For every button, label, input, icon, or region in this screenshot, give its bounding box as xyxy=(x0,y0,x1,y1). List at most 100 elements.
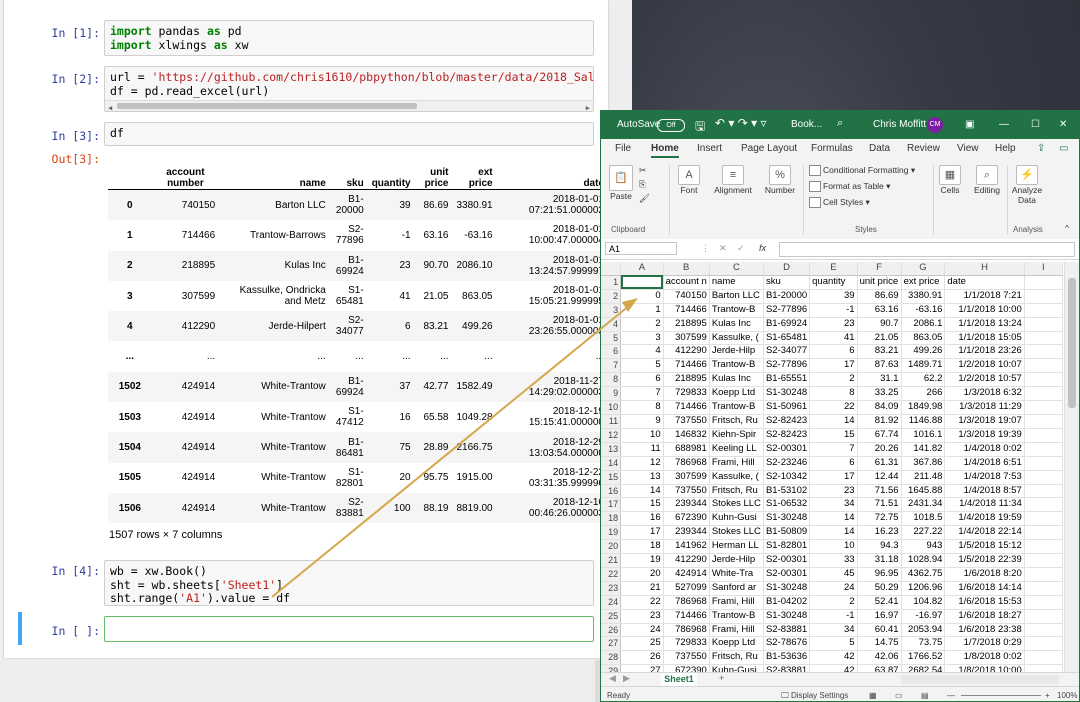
worksheet-cell[interactable]: 12.44 xyxy=(857,470,902,485)
worksheet-cell[interactable]: 27 xyxy=(620,664,664,672)
worksheet-cell[interactable]: 1018.5 xyxy=(901,511,946,527)
worksheet-cell[interactable]: S2-82423 xyxy=(763,414,811,429)
worksheet-cell[interactable] xyxy=(1024,595,1063,610)
worksheet-cell[interactable]: Stokes LLC xyxy=(709,525,764,541)
worksheet-cell[interactable]: 86.69 xyxy=(857,289,902,304)
worksheet-cell[interactable]: -1 xyxy=(809,609,858,624)
row-header[interactable]: 19 xyxy=(601,525,622,541)
worksheet-cell[interactable]: 61.31 xyxy=(857,456,902,471)
row-header[interactable]: 7 xyxy=(601,358,622,374)
column-header[interactable]: E xyxy=(809,262,858,276)
worksheet-cell[interactable]: 22 xyxy=(809,400,858,415)
worksheet-cell[interactable]: S1-30248 xyxy=(763,581,811,596)
worksheet-cell[interactable]: 62.2 xyxy=(901,372,946,388)
worksheet-cell[interactable]: B1-65551 xyxy=(763,372,811,388)
column-header[interactable]: A xyxy=(620,262,664,276)
worksheet-cell[interactable]: 17 xyxy=(620,525,664,541)
worksheet-cell[interactable]: 72.75 xyxy=(857,511,902,527)
worksheet-row[interactable]: 11 9 737550 Fritsch, Ru S2-82423 14 81.92 1146.… xyxy=(601,414,1063,429)
worksheet-cell[interactable]: 786968 xyxy=(663,623,710,638)
horizontal-scrollbar[interactable] xyxy=(901,675,1059,684)
worksheet-cell[interactable]: 33.25 xyxy=(857,386,902,402)
column-header[interactable]: B xyxy=(663,262,710,276)
worksheet-cell[interactable] xyxy=(1024,289,1063,304)
worksheet-row[interactable]: 14 12 786968 Frami, Hill S2-23246 6 61.31 367.8… xyxy=(601,456,1063,471)
minimize-icon[interactable]: — xyxy=(999,119,1009,130)
worksheet-cell[interactable]: date xyxy=(944,275,1025,290)
worksheet-cell[interactable]: 1/1/2018 10:00 xyxy=(944,303,1025,318)
code-input[interactable]: wb = xw.Book() sht = wb.sheets['Sheet1']… xyxy=(104,560,594,606)
worksheet-cell[interactable]: 266 xyxy=(901,386,946,402)
worksheet-body[interactable]: A B C D E F G H I 1 account n name sku quantity unit p… xyxy=(601,262,1063,672)
worksheet-cell[interactable]: Kulas Inc xyxy=(709,372,764,388)
worksheet-cell[interactable]: 1/5/2018 22:39 xyxy=(944,553,1025,568)
cells-button[interactable]: ▦ Cells xyxy=(937,165,963,195)
horizontal-scrollbar[interactable]: ◀ ▶ xyxy=(105,100,593,111)
worksheet-cell[interactable]: B1-20000 xyxy=(763,289,811,304)
worksheet-cell[interactable]: Barton LLC xyxy=(709,289,764,304)
worksheet-cell[interactable] xyxy=(1024,623,1063,638)
worksheet-cell[interactable]: 1/6/2018 8:20 xyxy=(944,567,1025,582)
conditional-formatting-button[interactable]: Conditional Formatting ▾ xyxy=(809,165,915,177)
column-header[interactable]: D xyxy=(763,262,811,276)
worksheet-cell[interactable] xyxy=(1024,636,1063,652)
row-header[interactable]: 17 xyxy=(601,497,622,513)
worksheet-cell[interactable]: 3380.91 xyxy=(901,289,946,304)
sheet-nav-left-icon[interactable]: ◀ xyxy=(609,673,616,684)
worksheet-cell[interactable]: Trantow-B xyxy=(709,303,764,318)
worksheet-cell[interactable]: 1/4/2018 19:59 xyxy=(944,511,1025,527)
worksheet-cell[interactable] xyxy=(1024,567,1063,582)
worksheet-cell[interactable]: S1-30248 xyxy=(763,386,811,402)
worksheet-cell[interactable]: 45 xyxy=(809,567,858,582)
worksheet-cell[interactable]: Trantow-B xyxy=(709,609,764,624)
row-header[interactable]: 9 xyxy=(601,386,622,402)
vertical-scrollbar[interactable] xyxy=(1064,262,1079,672)
worksheet-cell[interactable]: 14 xyxy=(809,414,858,429)
row-header[interactable]: 2 xyxy=(601,289,622,304)
analyze-data-button[interactable]: ⚡ Analyze Data xyxy=(1011,165,1043,205)
worksheet-cell[interactable]: 146832 xyxy=(663,428,710,443)
worksheet-cell[interactable]: Kiehn-Spir xyxy=(709,428,764,443)
worksheet-cell[interactable]: Kassulke, ( xyxy=(709,331,764,346)
worksheet-cell[interactable]: 17 xyxy=(809,358,858,374)
worksheet-cell[interactable]: S2-23246 xyxy=(763,456,811,471)
worksheet-cell[interactable] xyxy=(620,275,664,290)
worksheet-cell[interactable]: S1-82801 xyxy=(763,539,811,555)
worksheet-cell[interactable]: B1-69924 xyxy=(763,317,811,332)
worksheet-cell[interactable]: 1/3/2018 11:29 xyxy=(944,400,1025,415)
worksheet-cell[interactable]: 26 xyxy=(620,650,664,666)
normal-view-icon[interactable]: ▦ xyxy=(869,691,877,700)
worksheet-cell[interactable]: 34 xyxy=(809,497,858,513)
worksheet-cell[interactable]: 94.3 xyxy=(857,539,902,555)
tab-review[interactable]: Review xyxy=(907,143,940,154)
row-header[interactable]: 26 xyxy=(601,623,622,638)
worksheet-cell[interactable] xyxy=(1024,470,1063,485)
row-header[interactable]: 14 xyxy=(601,456,622,471)
worksheet-cell[interactable]: 14.75 xyxy=(857,636,902,652)
worksheet-cell[interactable] xyxy=(1024,414,1063,429)
row-header[interactable]: 24 xyxy=(601,595,622,610)
worksheet-cell[interactable] xyxy=(1024,609,1063,624)
worksheet-cell[interactable]: 1849.98 xyxy=(901,400,946,415)
worksheet-cell[interactable]: 786968 xyxy=(663,595,710,610)
comments-icon[interactable]: ▭ xyxy=(1059,143,1068,154)
worksheet-cell[interactable]: 63.87 xyxy=(857,664,902,672)
column-header[interactable]: H xyxy=(944,262,1025,276)
code-input-empty[interactable] xyxy=(104,616,594,642)
worksheet-cell[interactable]: 23 xyxy=(809,317,858,332)
worksheet-row[interactable]: 28 26 737550 Fritsch, Ru B1-53636 42 42.06 1766… xyxy=(601,650,1063,666)
worksheet-cell[interactable]: 211.48 xyxy=(901,470,946,485)
worksheet-cell[interactable]: 31.18 xyxy=(857,553,902,568)
worksheet-cell[interactable]: Trantow-B xyxy=(709,358,764,374)
worksheet-cell[interactable]: 23 xyxy=(809,484,858,499)
worksheet-cell[interactable] xyxy=(1024,358,1063,374)
worksheet-cell[interactable]: 24 xyxy=(620,623,664,638)
worksheet-cell[interactable]: Keeling LL xyxy=(709,442,764,457)
worksheet-cell[interactable]: 740150 xyxy=(663,289,710,304)
worksheet-cell[interactable]: Trantow-B xyxy=(709,400,764,415)
worksheet-row[interactable]: 26 24 786968 Frami, Hill S2-83881 34 60.41 2053… xyxy=(601,623,1063,638)
row-header[interactable]: 6 xyxy=(601,344,622,360)
sheet-nav-right-icon[interactable]: ▶ xyxy=(623,673,630,684)
tab-formulas[interactable]: Formulas xyxy=(811,143,853,154)
worksheet-cell[interactable]: 2053.94 xyxy=(901,623,946,638)
